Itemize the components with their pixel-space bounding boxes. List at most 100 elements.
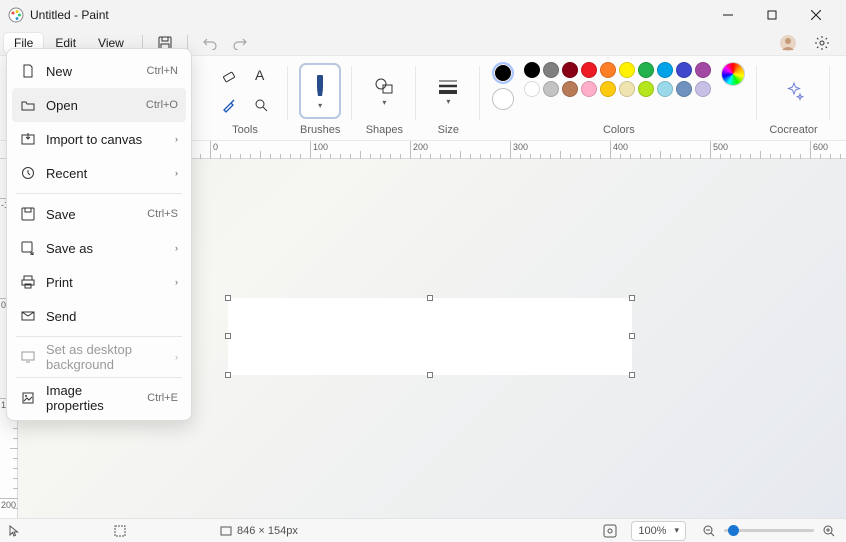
desktop-icon	[20, 349, 36, 365]
color-swatch[interactable]	[676, 81, 692, 97]
image-size: 846 × 154px	[220, 525, 298, 537]
zoom-slider-thumb[interactable]	[728, 525, 739, 536]
maximize-button[interactable]	[750, 0, 794, 30]
color-swatch[interactable]	[657, 81, 673, 97]
import-icon	[20, 131, 36, 147]
window-title: Untitled - Paint	[30, 8, 109, 22]
print-icon	[20, 274, 36, 290]
ribbon-label-shapes: Shapes	[366, 124, 403, 140]
edit-colors-button[interactable]	[721, 62, 745, 86]
text-tool[interactable]: A	[246, 60, 276, 90]
color-swatch[interactable]	[524, 62, 540, 78]
secondary-color-swatch[interactable]	[492, 88, 514, 110]
resize-handle[interactable]	[225, 372, 231, 378]
user-account-icon[interactable]	[774, 31, 802, 55]
canvas[interactable]	[228, 298, 632, 375]
file-menu-set-background: Set as desktop background ›	[12, 340, 186, 374]
file-menu-save[interactable]: Save Ctrl+S	[12, 197, 186, 231]
color-swatch[interactable]	[638, 81, 654, 97]
cursor-icon	[8, 525, 20, 537]
color-swatch[interactable]	[638, 62, 654, 78]
eraser-tool[interactable]	[214, 60, 244, 90]
color-swatch[interactable]	[657, 62, 673, 78]
paint-app-icon	[8, 7, 24, 23]
chevron-down-icon: ▾	[318, 101, 322, 110]
color-swatch[interactable]	[543, 62, 559, 78]
redo-button[interactable]	[226, 31, 254, 55]
file-menu-save-as[interactable]: Save as ›	[12, 231, 186, 265]
resize-handle[interactable]	[629, 372, 635, 378]
file-menu-send[interactable]: Send	[12, 299, 186, 333]
zoom-level-combo[interactable]: 100% ▾	[631, 521, 686, 541]
undo-button[interactable]	[196, 31, 224, 55]
file-menu-new[interactable]: New Ctrl+N	[12, 54, 186, 88]
color-swatch[interactable]	[695, 62, 711, 78]
zoom-slider-track[interactable]	[724, 529, 814, 532]
color-swatch[interactable]	[581, 62, 597, 78]
ribbon-label-tools: Tools	[232, 124, 258, 140]
color-swatch[interactable]	[562, 81, 578, 97]
ribbon-group-cocreator: Cocreator	[757, 60, 829, 140]
cursor-position	[8, 525, 20, 537]
minimize-button[interactable]	[706, 0, 750, 30]
fit-to-window-button[interactable]	[603, 524, 617, 538]
color-swatch[interactable]	[562, 62, 578, 78]
selection-size	[114, 525, 126, 537]
zoom-in-button[interactable]	[820, 522, 838, 540]
zoom-out-button[interactable]	[700, 522, 718, 540]
cocreator-button[interactable]	[774, 64, 814, 118]
ribbon-group-layers: Layers	[830, 60, 846, 140]
file-menu-open[interactable]: Open Ctrl+O	[12, 88, 186, 122]
file-menu-recent[interactable]: Recent ›	[12, 156, 186, 190]
color-swatch[interactable]	[524, 81, 540, 97]
chevron-down-icon: ▾	[674, 525, 679, 536]
shapes-tool[interactable]: ▾	[364, 64, 404, 118]
color-swatch[interactable]	[695, 81, 711, 97]
color-swatch[interactable]	[543, 81, 559, 97]
color-swatch[interactable]	[600, 81, 616, 97]
status-bar: 846 × 154px 100% ▾	[0, 518, 846, 542]
primary-color-swatch[interactable]	[492, 62, 514, 84]
settings-icon[interactable]	[808, 31, 836, 55]
ribbon-group-colors: Colors	[480, 60, 757, 140]
svg-text:A: A	[255, 67, 265, 83]
resize-handle[interactable]	[427, 295, 433, 301]
color-picker-tool[interactable]	[214, 90, 244, 120]
menu-separator	[16, 336, 182, 337]
brush-tool[interactable]: ▾	[300, 64, 340, 118]
color-swatch[interactable]	[600, 62, 616, 78]
file-menu-import[interactable]: Import to canvas ›	[12, 122, 186, 156]
zoom-slider	[700, 522, 838, 540]
ribbon-label-brushes: Brushes	[300, 124, 340, 140]
ribbon-label-cocreator: Cocreator	[769, 124, 817, 140]
ribbon-label-size: Size	[438, 124, 459, 140]
send-icon	[20, 308, 36, 324]
ribbon-group-tools: A Tools	[202, 60, 288, 140]
resize-handle[interactable]	[225, 295, 231, 301]
color-swatch[interactable]	[581, 81, 597, 97]
color-palette	[524, 62, 711, 97]
ribbon-group-size: ▾ Size	[416, 60, 480, 140]
close-button[interactable]	[794, 0, 838, 30]
properties-icon	[20, 390, 36, 406]
resize-handle[interactable]	[225, 333, 231, 339]
save-icon	[20, 206, 36, 222]
color-swatch[interactable]	[676, 62, 692, 78]
ribbon-group-brushes: ▾ Brushes	[288, 60, 352, 140]
menu-separator	[16, 377, 182, 378]
size-tool[interactable]: ▾	[428, 64, 468, 118]
color-swatch[interactable]	[619, 81, 635, 97]
ribbon-label-colors: Colors	[603, 124, 635, 140]
magnifier-tool[interactable]	[246, 90, 276, 120]
chevron-right-icon: ›	[175, 134, 178, 144]
color-swatch[interactable]	[619, 62, 635, 78]
image-size-icon	[220, 525, 232, 537]
file-menu-properties[interactable]: Image properties Ctrl+E	[12, 381, 186, 415]
resize-handle[interactable]	[629, 295, 635, 301]
resize-handle[interactable]	[629, 333, 635, 339]
layers-button[interactable]	[842, 64, 846, 118]
selection-icon	[114, 525, 126, 537]
resize-handle[interactable]	[427, 372, 433, 378]
recent-icon	[20, 165, 36, 181]
file-menu-print[interactable]: Print ›	[12, 265, 186, 299]
